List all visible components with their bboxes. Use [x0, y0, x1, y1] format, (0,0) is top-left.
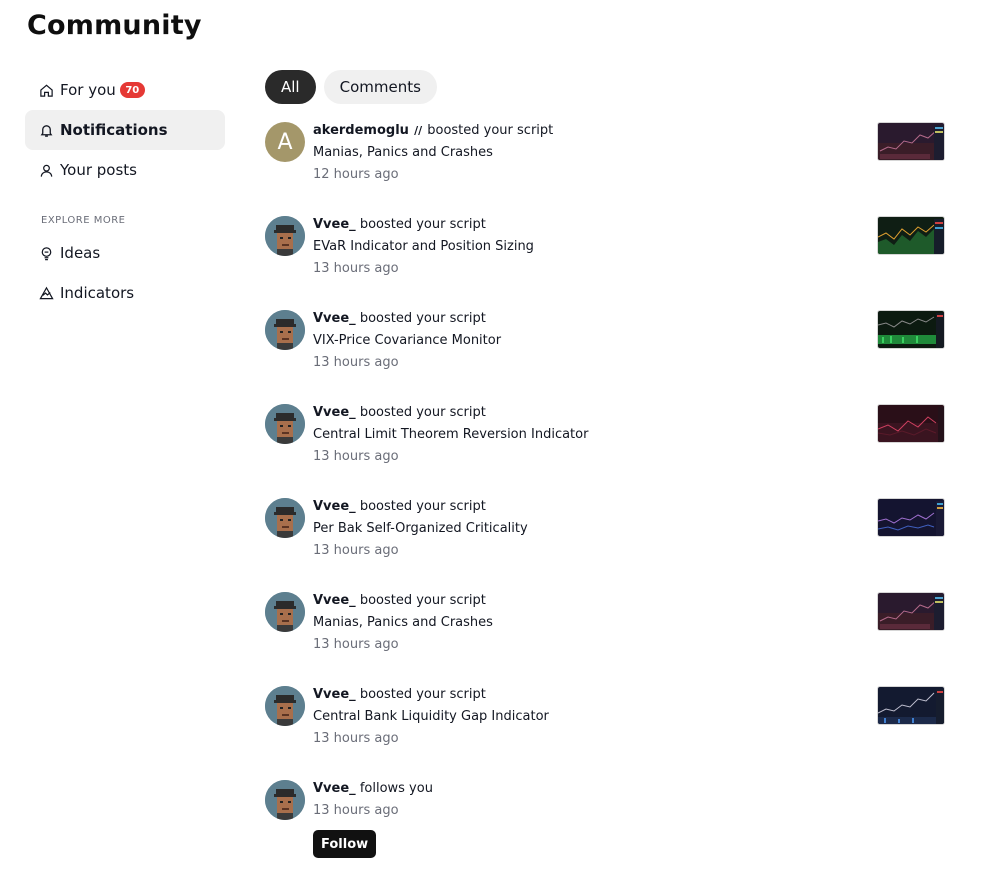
script-title[interactable]: EVaR Indicator and Position Sizing	[313, 238, 534, 260]
notification-item[interactable]: Vvee_ boosted your script Manias, Panics…	[265, 589, 945, 683]
sidebar-item-for-you[interactable]: For you 70	[25, 70, 225, 110]
timestamp: 13 hours ago	[313, 355, 399, 370]
follow-button[interactable]: Follow	[313, 830, 377, 858]
script-title[interactable]: Per Bak Self-Organized Criticality	[313, 520, 528, 542]
username[interactable]: akerdemoglu	[313, 123, 409, 138]
notification-action: follows you	[359, 781, 433, 796]
notification-item[interactable]: Vvee_ boosted your script Central Bank L…	[265, 683, 945, 777]
avatar[interactable]	[265, 404, 305, 444]
username[interactable]: Vvee_	[313, 217, 356, 232]
script-thumbnail[interactable]	[877, 592, 945, 631]
sidebar-item-ideas[interactable]: Ideas	[25, 233, 225, 273]
sidebar-item-label: For you	[60, 81, 116, 99]
username[interactable]: Vvee_	[313, 311, 356, 326]
sidebar-item-your-posts[interactable]: Your posts	[25, 150, 225, 190]
sidebar-item-label: Notifications	[60, 121, 168, 139]
sidebar-item-notifications[interactable]: Notifications	[25, 110, 225, 150]
timestamp: 13 hours ago	[313, 803, 399, 818]
username[interactable]: Vvee_	[313, 499, 356, 514]
timestamp: 13 hours ago	[313, 449, 399, 464]
notification-item[interactable]: Vvee_ boosted your script Central Limit …	[265, 401, 945, 495]
avatar[interactable]	[265, 592, 305, 632]
sidebar: For you 70 Notifications Your posts EXPL…	[25, 70, 225, 313]
script-thumbnail[interactable]	[877, 122, 945, 161]
explore-more-heading: EXPLORE MORE	[41, 215, 126, 226]
page-title: Community	[27, 10, 202, 41]
script-title[interactable]: Central Bank Liquidity Gap Indicator	[313, 708, 549, 730]
avatar[interactable]	[265, 686, 305, 726]
script-thumbnail[interactable]	[877, 216, 945, 255]
avatar[interactable]	[265, 780, 305, 820]
filter-tabs: All Comments	[265, 70, 437, 104]
notification-feed: A akerdemoglu ∕∕ boosted your script Man…	[265, 119, 945, 870]
user-icon	[38, 162, 54, 178]
notification-item[interactable]: Vvee_ boosted your script EVaR Indicator…	[265, 213, 945, 307]
notification-action: boosted your script	[359, 405, 486, 420]
script-title[interactable]: Manias, Panics and Crashes	[313, 144, 553, 166]
notification-item-follow[interactable]: Vvee_ follows you 13 hours ago Follow	[265, 777, 945, 870]
username[interactable]: Vvee_	[313, 405, 356, 420]
verified-icon: ∕∕	[414, 124, 423, 137]
tab-all[interactable]: All	[265, 70, 316, 104]
notification-item[interactable]: Vvee_ boosted your script VIX-Price Cova…	[265, 307, 945, 401]
notification-action: boosted your script	[359, 593, 486, 608]
avatar[interactable]	[265, 216, 305, 256]
script-thumbnail[interactable]	[877, 404, 945, 443]
timestamp: 13 hours ago	[313, 731, 399, 746]
notification-item[interactable]: A akerdemoglu ∕∕ boosted your script Man…	[265, 119, 945, 213]
script-title[interactable]: VIX-Price Covariance Monitor	[313, 332, 501, 354]
notification-action: boosted your script	[359, 311, 486, 326]
timestamp: 13 hours ago	[313, 543, 399, 558]
avatar[interactable]	[265, 310, 305, 350]
username[interactable]: Vvee_	[313, 687, 356, 702]
avatar[interactable]: A	[265, 122, 305, 162]
username[interactable]: Vvee_	[313, 781, 356, 796]
sidebar-item-indicators[interactable]: Indicators	[25, 273, 225, 313]
script-title[interactable]: Central Limit Theorem Reversion Indicato…	[313, 426, 588, 448]
notification-count-badge: 70	[119, 82, 145, 98]
script-thumbnail[interactable]	[877, 686, 945, 725]
sidebar-item-label: Indicators	[60, 284, 135, 302]
timestamp: 12 hours ago	[313, 167, 399, 182]
avatar[interactable]	[265, 498, 305, 538]
notification-action: boosted your script	[359, 217, 486, 232]
home-icon	[38, 82, 54, 98]
username[interactable]: Vvee_	[313, 593, 356, 608]
notification-action: boosted your script	[427, 123, 554, 138]
tab-comments[interactable]: Comments	[323, 70, 437, 104]
script-title[interactable]: Manias, Panics and Crashes	[313, 614, 493, 636]
indicator-icon	[38, 285, 54, 301]
timestamp: 13 hours ago	[313, 261, 399, 276]
notification-item[interactable]: Vvee_ boosted your script Per Bak Self-O…	[265, 495, 945, 589]
bell-icon	[38, 122, 54, 138]
script-thumbnail[interactable]	[877, 498, 945, 537]
notification-action: boosted your script	[359, 499, 486, 514]
lightbulb-icon	[38, 245, 54, 261]
sidebar-item-label: Ideas	[60, 244, 101, 262]
timestamp: 13 hours ago	[313, 637, 399, 652]
sidebar-item-label: Your posts	[60, 161, 137, 179]
script-thumbnail[interactable]	[877, 310, 945, 349]
notification-action: boosted your script	[359, 687, 486, 702]
